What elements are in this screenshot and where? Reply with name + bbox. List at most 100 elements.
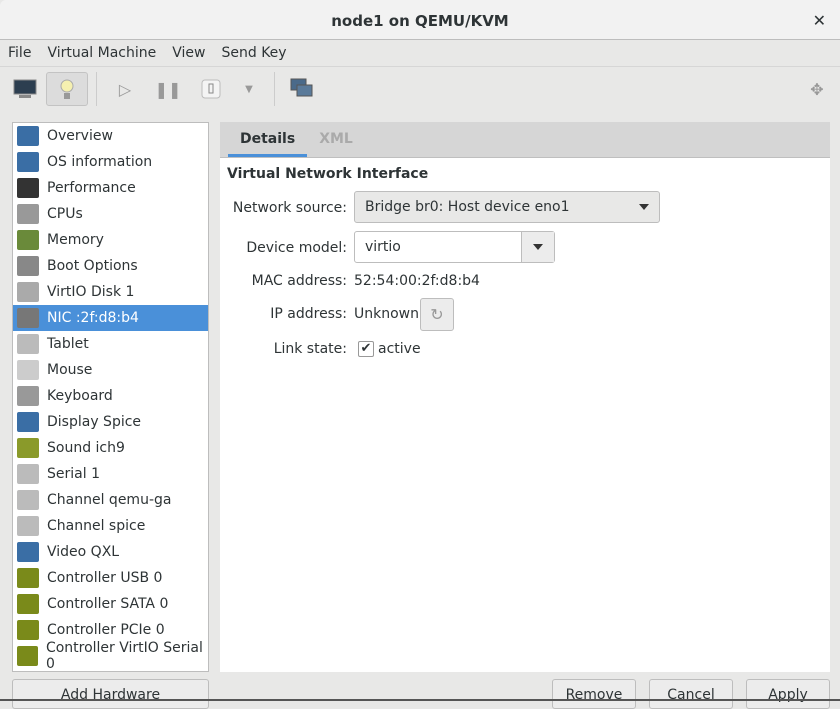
sidebar-item[interactable]: Mouse — [13, 357, 208, 383]
device-icon — [17, 308, 39, 328]
dropdown-icon[interactable]: ▼ — [228, 72, 270, 106]
device-model-combo[interactable]: virtio — [354, 231, 555, 263]
link-state-checkbox[interactable]: ✔ — [358, 341, 374, 357]
section-title: Virtual Network Interface — [227, 166, 429, 182]
tab-bar: Details XML — [220, 122, 830, 158]
device-model-value: virtio — [365, 239, 401, 255]
link-state-value: active — [378, 341, 421, 357]
menu-view[interactable]: View — [164, 41, 213, 66]
device-icon — [17, 282, 39, 302]
sidebar-item-label: Performance — [47, 180, 136, 196]
mac-address-value: 52:54:00:2f:d8:b4 — [354, 273, 480, 289]
toolbar-separator — [274, 72, 275, 106]
remove-button[interactable]: Remove — [552, 679, 636, 709]
snapshots-icon[interactable] — [281, 72, 323, 106]
close-icon[interactable]: ✕ — [813, 0, 826, 42]
device-icon — [17, 178, 39, 198]
device-model-dropdown-button[interactable] — [521, 232, 554, 262]
sidebar-item-label: CPUs — [47, 206, 83, 222]
sidebar-item[interactable]: Channel qemu-ga — [13, 487, 208, 513]
toolbar: ▷ ❚❚ ▼ ✥ — [0, 68, 840, 112]
sidebar-item-label: Display Spice — [47, 414, 142, 430]
menu-file[interactable]: File — [0, 41, 39, 66]
sidebar-item-label: Mouse — [47, 362, 93, 378]
sidebar-item-label: OS information — [47, 154, 153, 170]
sidebar-item-label: Overview — [47, 128, 113, 144]
sidebar-item-label: Channel qemu-ga — [47, 492, 172, 508]
sidebar-item-label: Controller VirtIO Serial 0 — [45, 640, 203, 672]
power-icon[interactable] — [190, 72, 232, 106]
device-icon — [17, 542, 39, 562]
sidebar-item[interactable]: Performance — [13, 175, 208, 201]
refresh-ip-button[interactable]: ↻ — [420, 298, 454, 331]
lightbulb-icon[interactable] — [46, 72, 88, 106]
device-icon — [17, 620, 39, 640]
sidebar-item[interactable]: Controller SATA 0 — [13, 591, 208, 617]
device-icon — [17, 230, 39, 250]
link-state-label: Link state: — [273, 341, 347, 357]
sidebar-item-label: Controller USB 0 — [47, 570, 163, 586]
window-title: node1 on QEMU/KVM — [331, 12, 509, 30]
device-icon — [17, 490, 39, 510]
sidebar-item[interactable]: NIC :2f:d8:b4 — [13, 305, 208, 331]
sidebar-item-label: Sound ich9 — [47, 440, 125, 456]
pause-icon[interactable]: ❚❚ — [147, 72, 189, 106]
device-icon — [17, 568, 39, 588]
refresh-icon: ↻ — [430, 305, 444, 324]
sidebar-item[interactable]: OS information — [13, 149, 208, 175]
sidebar-item[interactable]: Boot Options — [13, 253, 208, 279]
device-icon — [17, 152, 39, 172]
sidebar-item[interactable]: Sound ich9 — [13, 435, 208, 461]
sidebar-item-label: Controller SATA 0 — [47, 596, 169, 612]
menu-bar: File Virtual Machine View Send Key — [0, 41, 840, 67]
device-icon — [17, 204, 39, 224]
device-icon — [17, 594, 39, 614]
sidebar-item-label: Keyboard — [47, 388, 113, 404]
mac-address-label: MAC address: — [251, 273, 347, 289]
sidebar-item[interactable]: Keyboard — [13, 383, 208, 409]
device-icon — [17, 256, 39, 276]
sidebar-item[interactable]: Video QXL — [13, 539, 208, 565]
fullscreen-icon[interactable]: ✥ — [796, 72, 838, 106]
chevron-down-icon — [639, 204, 649, 210]
add-hardware-button[interactable]: Add Hardware — [12, 679, 209, 709]
sidebar-item-label: NIC :2f:d8:b4 — [47, 310, 139, 326]
tab-xml[interactable]: XML — [307, 122, 365, 157]
sidebar-item[interactable]: CPUs — [13, 201, 208, 227]
device-icon — [17, 516, 39, 536]
sidebar-item-label: Serial 1 — [47, 466, 100, 482]
menu-virtual-machine[interactable]: Virtual Machine — [39, 41, 164, 66]
ip-address-value: Unknown — [354, 306, 419, 322]
monitor-icon[interactable] — [4, 72, 46, 106]
chevron-down-icon — [533, 244, 543, 250]
device-icon — [17, 646, 38, 666]
device-icon — [17, 334, 39, 354]
network-source-dropdown[interactable]: Bridge br0: Host device eno1 — [354, 191, 660, 223]
device-model-label: Device model: — [246, 240, 347, 256]
sidebar-item[interactable]: Display Spice — [13, 409, 208, 435]
device-icon — [17, 126, 39, 146]
sidebar-item[interactable]: Channel spice — [13, 513, 208, 539]
play-icon[interactable]: ▷ — [104, 72, 146, 106]
network-source-value: Bridge br0: Host device eno1 — [365, 199, 570, 215]
apply-button[interactable]: Apply — [746, 679, 830, 709]
device-icon — [17, 386, 39, 406]
tab-details[interactable]: Details — [228, 122, 308, 157]
ip-address-label: IP address: — [270, 306, 347, 322]
sidebar-item-label: Video QXL — [47, 544, 120, 560]
cancel-button[interactable]: Cancel — [649, 679, 733, 709]
sidebar-item[interactable]: Overview — [13, 123, 208, 149]
sidebar-item-label: Channel spice — [47, 518, 146, 534]
sidebar-item[interactable]: Memory — [13, 227, 208, 253]
sidebar-item-label: Tablet — [47, 336, 89, 352]
sidebar-item[interactable]: Tablet — [13, 331, 208, 357]
sidebar-item[interactable]: Controller USB 0 — [13, 565, 208, 591]
menu-send-key[interactable]: Send Key — [213, 41, 294, 66]
toolbar-separator — [96, 72, 97, 106]
sidebar-item-label: Controller PCIe 0 — [47, 622, 165, 638]
sidebar-item[interactable]: VirtIO Disk 1 — [13, 279, 208, 305]
hardware-list[interactable]: Overview OS information Performance CPUs Mem… — [12, 122, 209, 672]
sidebar-item[interactable]: Serial 1 — [13, 461, 208, 487]
sidebar-item[interactable]: Controller VirtIO Serial 0 — [13, 640, 208, 672]
title-bar: node1 on QEMU/KVM ✕ — [0, 0, 840, 40]
